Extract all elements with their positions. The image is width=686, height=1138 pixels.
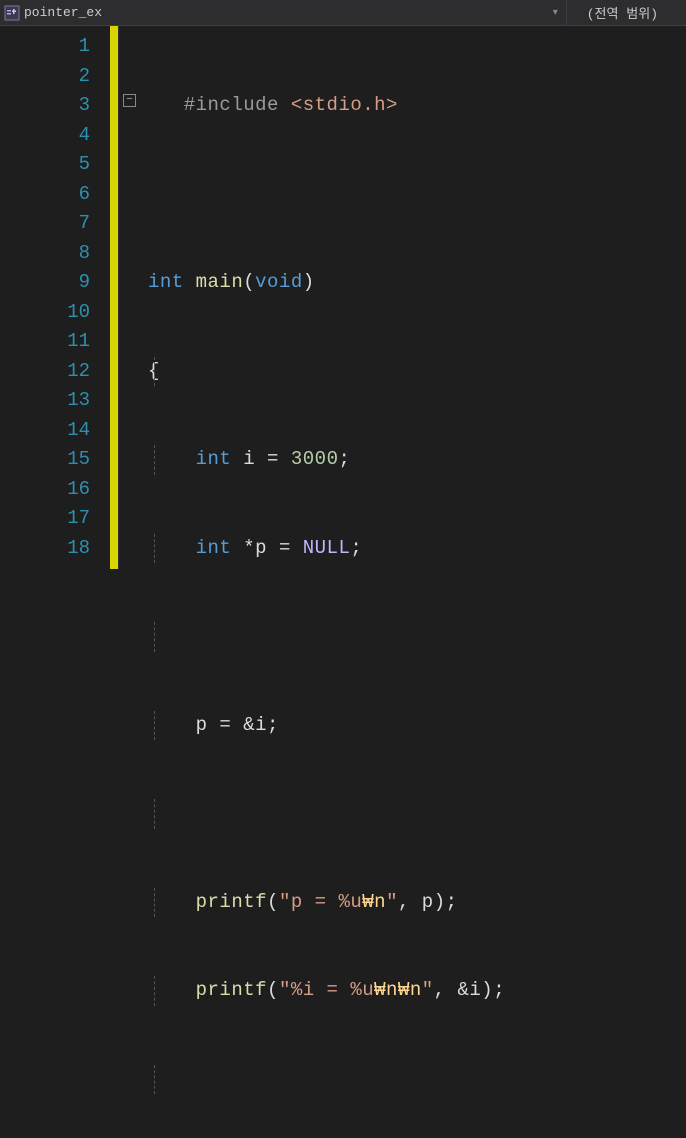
line-number: 6	[0, 180, 90, 210]
line-number: 11	[0, 327, 90, 357]
line-number: 16	[0, 475, 90, 505]
line-number: 15	[0, 445, 90, 475]
fold-toggle[interactable]: −	[123, 94, 136, 107]
line-number: 5	[0, 150, 90, 180]
line-number: 14	[0, 416, 90, 446]
code-line	[148, 622, 686, 652]
code-line: p = &i;	[148, 711, 686, 741]
line-number: 2	[0, 62, 90, 92]
cpp-file-icon	[4, 5, 20, 21]
line-number: 10	[0, 298, 90, 328]
code-line	[148, 180, 686, 210]
code-line	[148, 799, 686, 829]
line-number: 9	[0, 268, 90, 298]
line-number: 13	[0, 386, 90, 416]
line-number: 17	[0, 504, 90, 534]
code-line: int *p = NULL;	[148, 534, 686, 564]
folding-column: −	[118, 26, 142, 569]
modification-indicator	[110, 26, 118, 569]
line-number: 7	[0, 209, 90, 239]
navigation-bar: pointer_ex ▾ (전역 범위)	[0, 0, 686, 26]
scope-label: (전역 범위)	[587, 3, 658, 22]
code-content[interactable]: #include <stdio.h> int main(void) { int …	[142, 26, 686, 569]
line-number: 18	[0, 534, 90, 564]
code-line: printf("p = %u₩n", p);	[148, 888, 686, 918]
scope-dropdown[interactable]: (전역 범위)	[566, 0, 686, 25]
code-line: int main(void)	[148, 268, 686, 298]
chevron-down-icon: ▾	[553, 7, 558, 19]
code-line: int i = 3000;	[148, 445, 686, 475]
line-number: 3	[0, 91, 90, 121]
code-editor[interactable]: 1 2 3 4 5 6 7 8 9 10 11 12 13 14 15 16 1…	[0, 26, 686, 569]
code-line	[148, 1065, 686, 1095]
code-line: printf("%i = %u₩n₩n", &i);	[148, 976, 686, 1006]
line-number: 4	[0, 121, 90, 151]
line-number: 1	[0, 32, 90, 62]
line-number: 12	[0, 357, 90, 387]
code-line: {	[148, 357, 686, 387]
line-number-gutter: 1 2 3 4 5 6 7 8 9 10 11 12 13 14 15 16 1…	[0, 26, 110, 569]
file-dropdown[interactable]: pointer_ex ▾	[0, 5, 566, 21]
code-line: #include <stdio.h>	[148, 91, 686, 121]
line-number: 8	[0, 239, 90, 269]
file-name: pointer_ex	[24, 5, 102, 20]
